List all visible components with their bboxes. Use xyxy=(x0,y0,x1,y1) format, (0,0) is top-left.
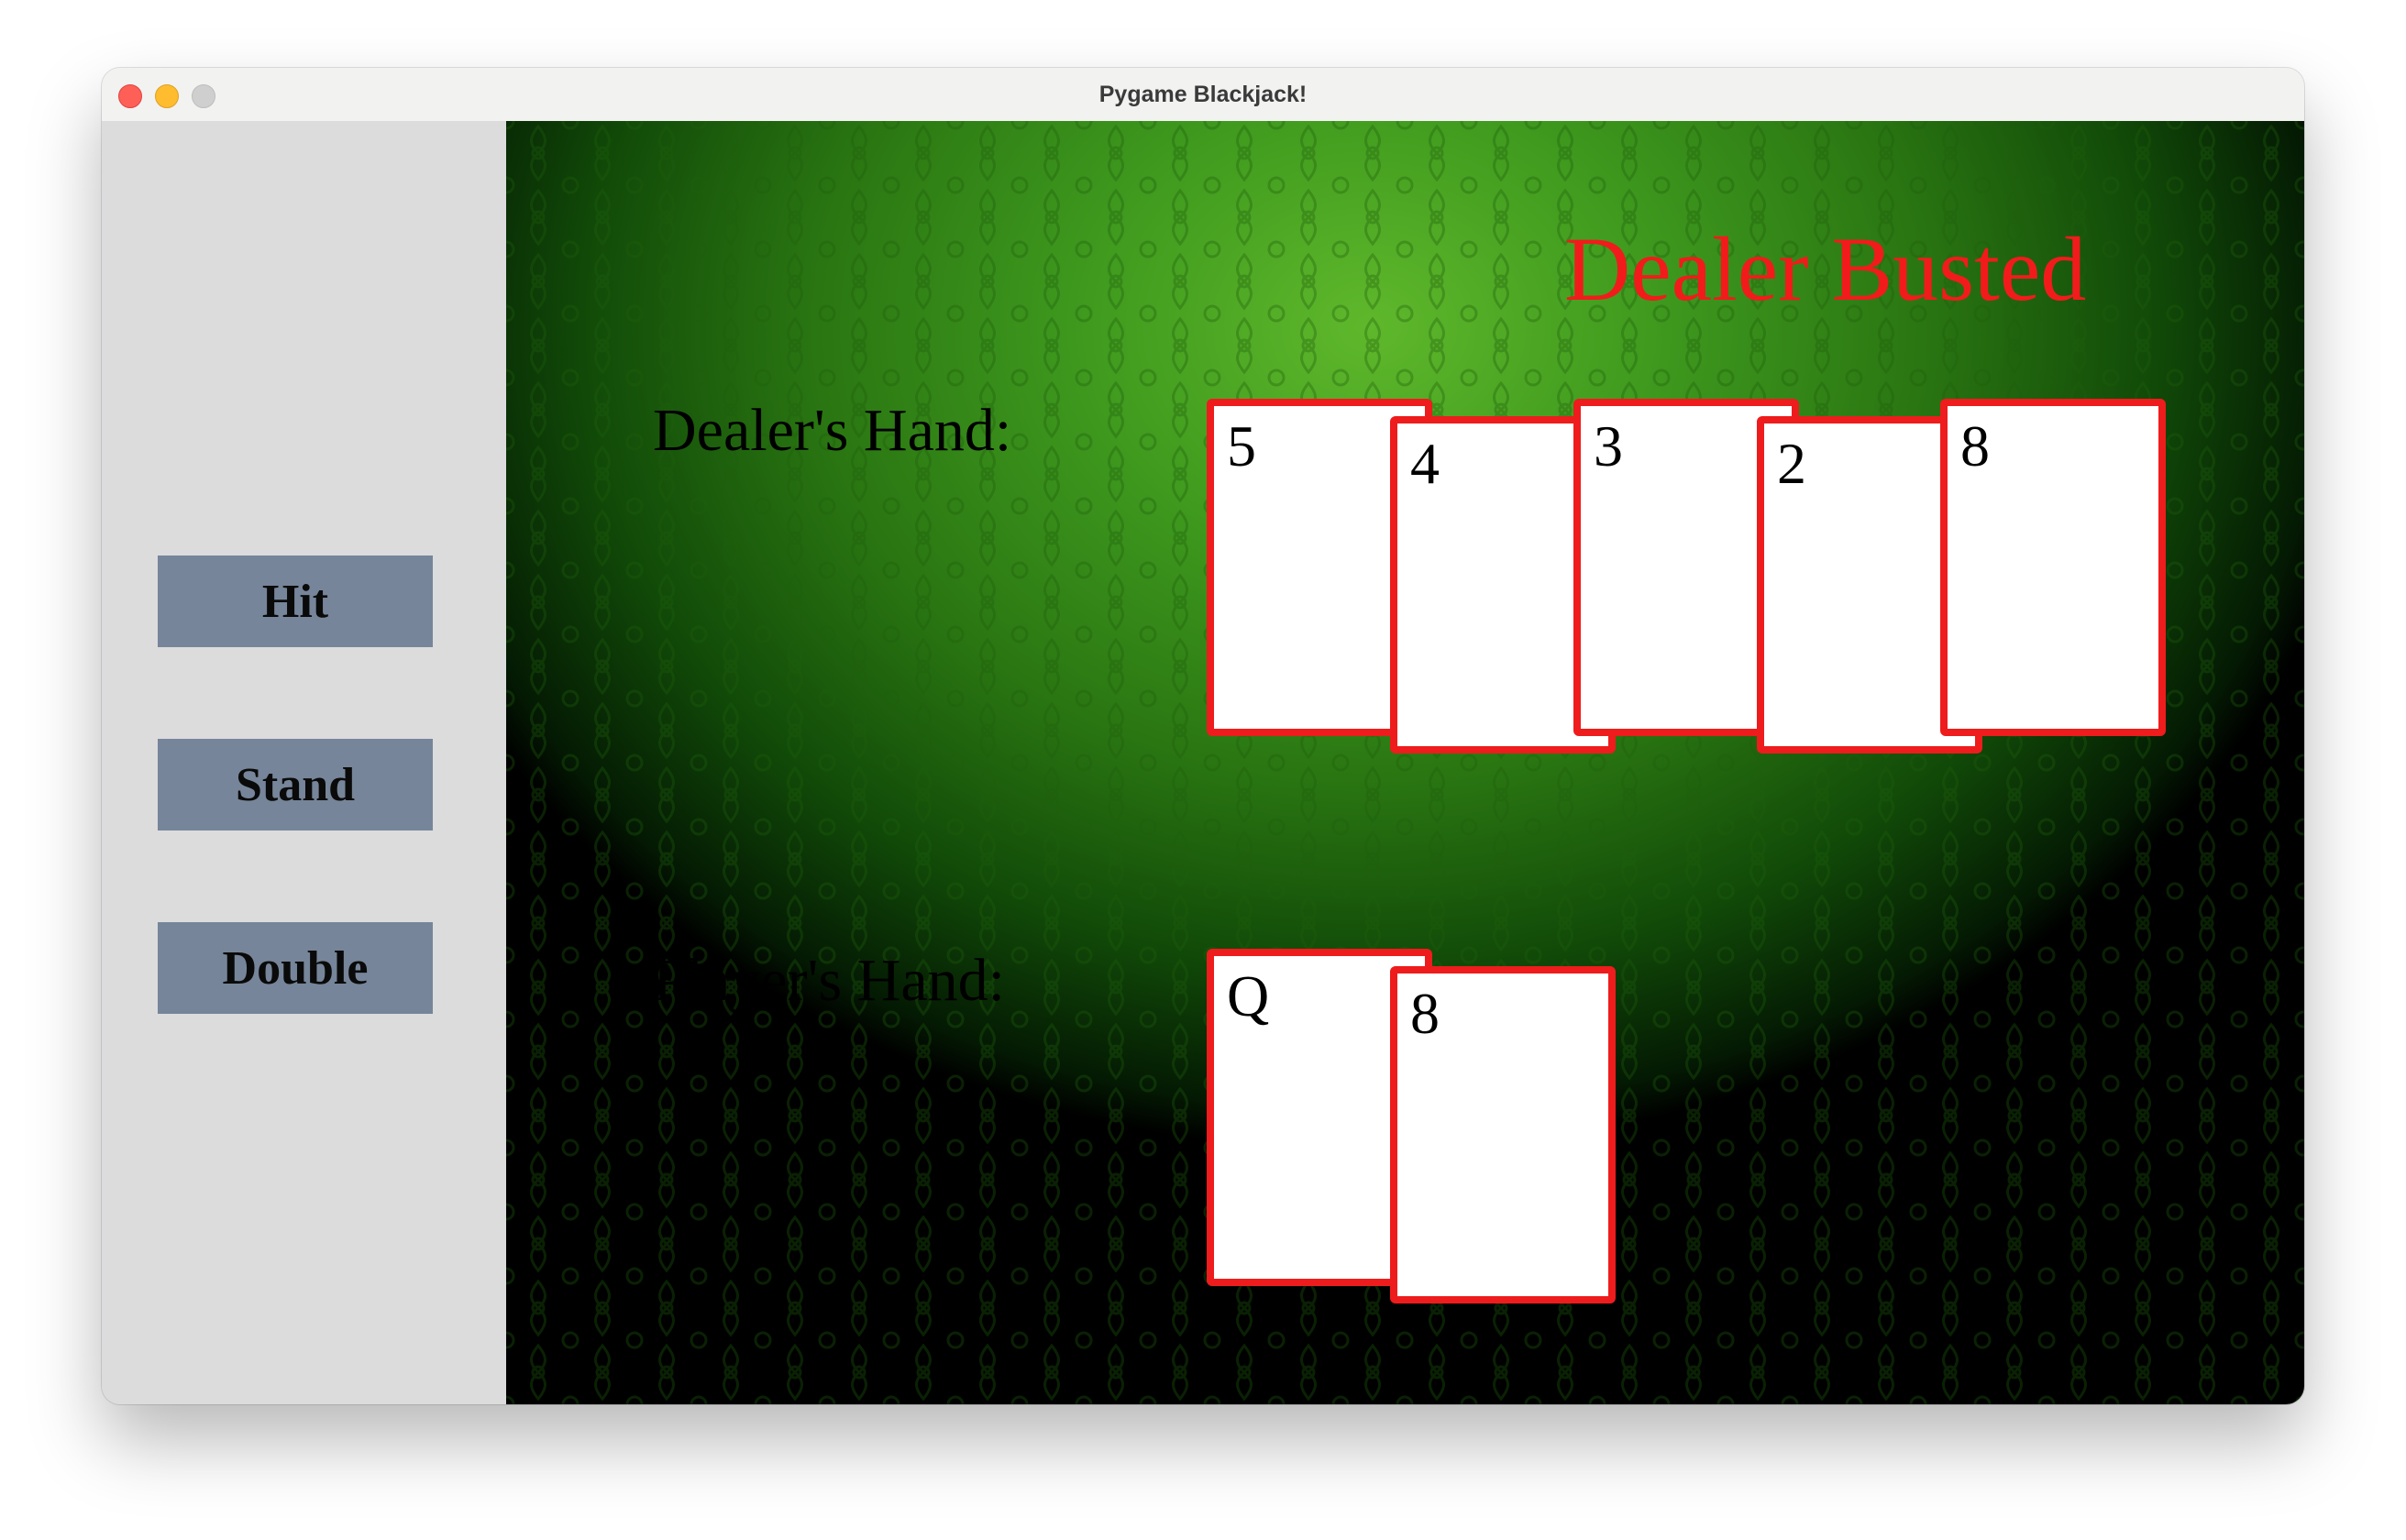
stand-button[interactable]: Stand xyxy=(158,739,433,830)
window-title: Pygame Blackjack! xyxy=(1098,82,1308,107)
double-button[interactable]: Double xyxy=(158,922,433,1014)
blackjack-table: Dealer Busted Dealer's Hand: Player's Ha… xyxy=(506,121,2304,1404)
player-card: 8 xyxy=(1390,966,1616,1304)
card-rank: 3 xyxy=(1594,413,1623,478)
card-rank: 5 xyxy=(1227,413,1256,478)
dealer-hand-label: Dealer's Hand: xyxy=(653,397,1012,464)
game-status-message: Dealer Busted xyxy=(1564,218,2087,320)
title-bar: Pygame Blackjack! xyxy=(102,68,2304,122)
player-hand-label: Player's Hand: xyxy=(653,947,1005,1014)
dealer-card: 8 xyxy=(1940,399,2166,736)
card-rank: Q xyxy=(1227,963,1270,1028)
card-rank: 8 xyxy=(1960,413,1990,478)
card-rank: 2 xyxy=(1777,431,1806,496)
card-rank: 8 xyxy=(1410,981,1440,1046)
hit-button[interactable]: Hit xyxy=(158,556,433,647)
game-window: Pygame Blackjack! Hit Stand Double Deale… xyxy=(102,68,2304,1404)
action-sidebar: Hit Stand Double xyxy=(102,121,506,1404)
card-rank: 4 xyxy=(1410,431,1440,496)
